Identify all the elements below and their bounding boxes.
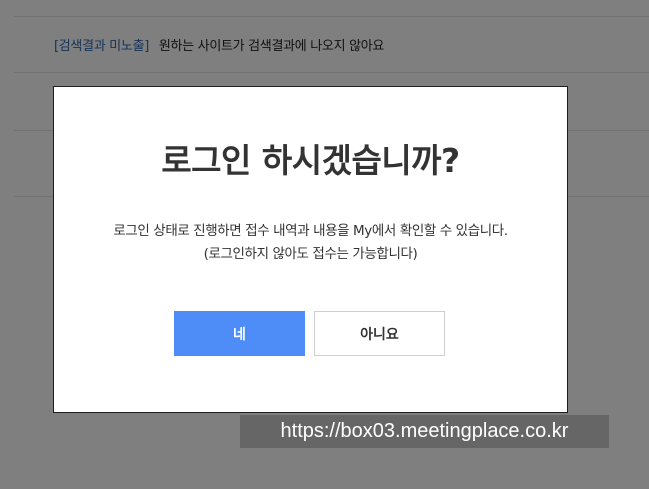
- confirm-button[interactable]: 네: [174, 311, 305, 356]
- login-confirm-dialog: 로그인 하시겠습니까? 로그인 상태로 진행하면 접수 내역과 내용을 My에서…: [53, 86, 568, 413]
- dialog-message-line: 로그인 상태로 진행하면 접수 내역과 내용을 My에서 확인할 수 있습니다.: [113, 223, 508, 239]
- url-caption: https://box03.meetingplace.co.kr: [240, 415, 609, 448]
- dialog-message-line: (로그인하지 않아도 접수는 가능합니다): [203, 246, 418, 262]
- dialog-title: 로그인 하시겠습니까?: [161, 141, 460, 180]
- dialog-message: 로그인 상태로 진행하면 접수 내역과 내용을 My에서 확인할 수 있습니다.…: [54, 220, 567, 266]
- cancel-button[interactable]: 아니요: [314, 311, 445, 356]
